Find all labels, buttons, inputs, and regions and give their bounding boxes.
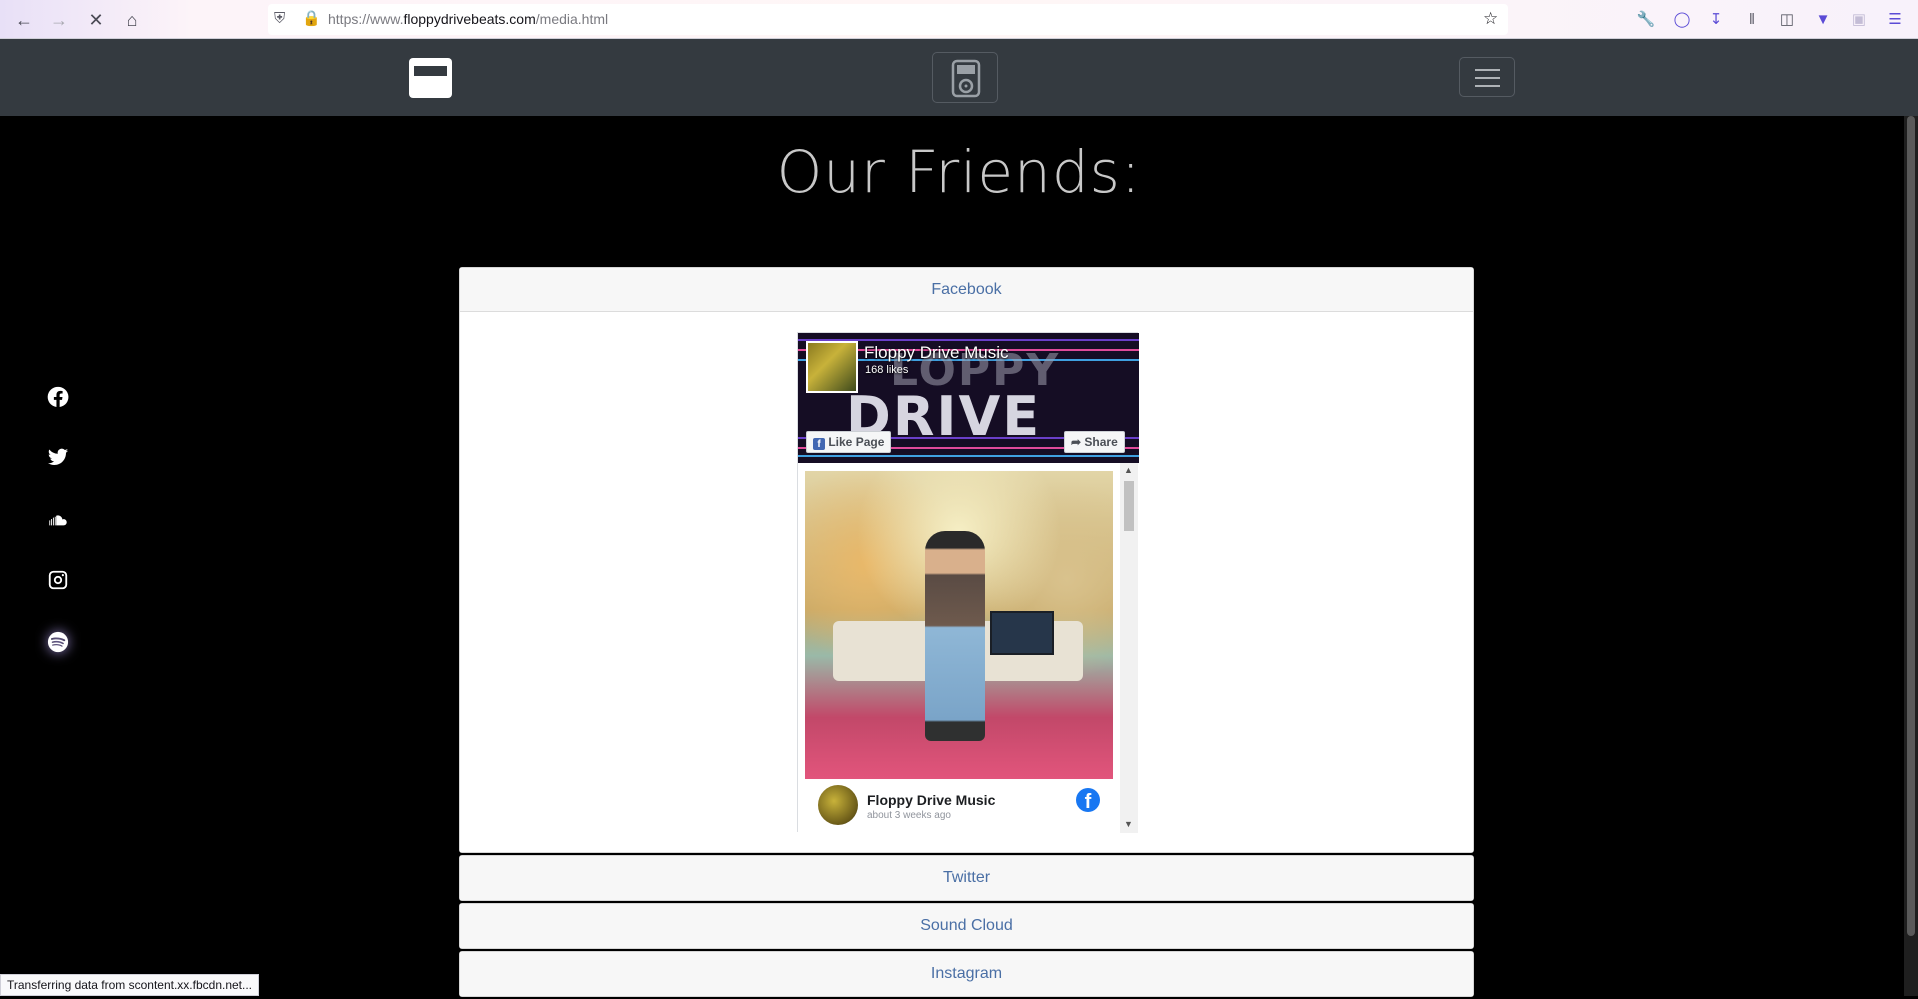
home-icon[interactable]: ⌂ [120,8,144,32]
instagram-tab[interactable]: Instagram [460,952,1473,996]
post-photo[interactable] [805,471,1113,779]
friends-accordion: Facebook LOPPY DRIVE Floppy Drive Music … [459,267,1474,999]
scroll-up-icon[interactable]: ▲ [1124,465,1133,475]
soundcloud-tab[interactable]: Sound Cloud [460,904,1473,948]
like-page-label: Like Page [828,435,885,449]
post-author-avatar[interactable] [818,785,858,825]
url-domain: floppydrivebeats.com [403,11,536,27]
fb-cover-photo: LOPPY DRIVE Floppy Drive Music 168 likes… [798,333,1139,463]
share-button[interactable]: ➦ Share [1064,431,1125,453]
tracking-shield-icon[interactable]: ⛨ [274,10,285,27]
downloads-icon[interactable]: ↧ [1706,9,1726,29]
page-title: Our Friends: [776,138,1142,206]
browser-toolbar: ← → ✕ ⌂ ⛨ 🔒 https://www.floppydrivebeats… [0,0,1918,39]
facebook-logo-icon[interactable]: f [1076,788,1100,812]
post-timestamp[interactable]: about 3 weeks ago [867,810,951,821]
feed-scrollbar[interactable]: ▲ ▼ [1120,463,1138,833]
extension-icon[interactable]: ▼ [1813,9,1833,29]
menu-icon[interactable]: ☰ [1885,9,1905,29]
facebook-panel-body: LOPPY DRIVE Floppy Drive Music 168 likes… [460,312,1473,852]
site-navbar [0,39,1918,116]
url-text[interactable]: https://www.floppydrivebeats.com/media.h… [328,11,608,27]
forward-icon[interactable]: → [47,8,71,32]
lock-icon[interactable]: 🔒 [302,9,321,27]
fb-small-logo-icon: f [813,438,825,450]
fb-page-name[interactable]: Floppy Drive Music [864,343,1009,363]
soundcloud-icon[interactable] [44,505,72,533]
instagram-icon[interactable] [44,566,72,594]
share-label: Share [1084,435,1118,449]
post-author-name[interactable]: Floppy Drive Music [867,792,995,808]
facebook-icon[interactable] [44,383,72,411]
stop-loading-icon[interactable]: ✕ [84,8,108,32]
like-page-button[interactable]: f Like Page [806,431,892,453]
facebook-tab[interactable]: Facebook [460,268,1473,312]
back-icon[interactable]: ← [12,8,36,32]
fb-timeline-feed[interactable]: Floppy Drive Music about 3 weeks ago f ▲… [798,463,1139,833]
sidebar-icon[interactable]: ◫ [1777,9,1797,29]
library-icon[interactable]: ‖ [1742,9,1762,29]
url-bar[interactable]: ⛨ 🔒 https://www.floppydrivebeats.com/med… [268,4,1508,35]
facebook-page-widget[interactable]: LOPPY DRIVE Floppy Drive Music 168 likes… [797,332,1139,833]
account-icon[interactable]: ▣ [1849,9,1869,29]
bookmark-star-icon[interactable]: ☆ [1483,9,1498,29]
pocket-icon[interactable]: ◯ [1672,9,1692,29]
fb-page-avatar[interactable] [806,341,858,393]
fb-likes-count: 168 likes [865,364,909,376]
instagram-panel: Instagram [459,951,1474,997]
browser-status-text: Transferring data from scontent.xx.fbcdn… [0,974,260,996]
navbar-toggler-icon[interactable] [1459,57,1515,97]
twitter-icon[interactable] [44,443,72,471]
share-arrow-icon: ➦ [1071,435,1082,449]
twitter-panel: Twitter [459,855,1474,901]
url-path: /media.html [535,11,609,27]
scroll-down-icon[interactable]: ▼ [1124,819,1133,829]
wrench-icon[interactable]: 🔧 [1636,9,1656,29]
site-logo[interactable] [409,58,452,98]
spotify-icon[interactable] [44,628,72,656]
twitter-tab[interactable]: Twitter [460,856,1473,900]
media-player-icon [951,59,981,98]
soundcloud-panel: Sound Cloud [459,903,1474,949]
page-scrollbar[interactable] [1904,116,1918,996]
url-prefix: https://www. [328,11,404,27]
facebook-panel: Facebook LOPPY DRIVE Floppy Drive Music … [459,267,1474,853]
player-button[interactable] [932,52,998,103]
